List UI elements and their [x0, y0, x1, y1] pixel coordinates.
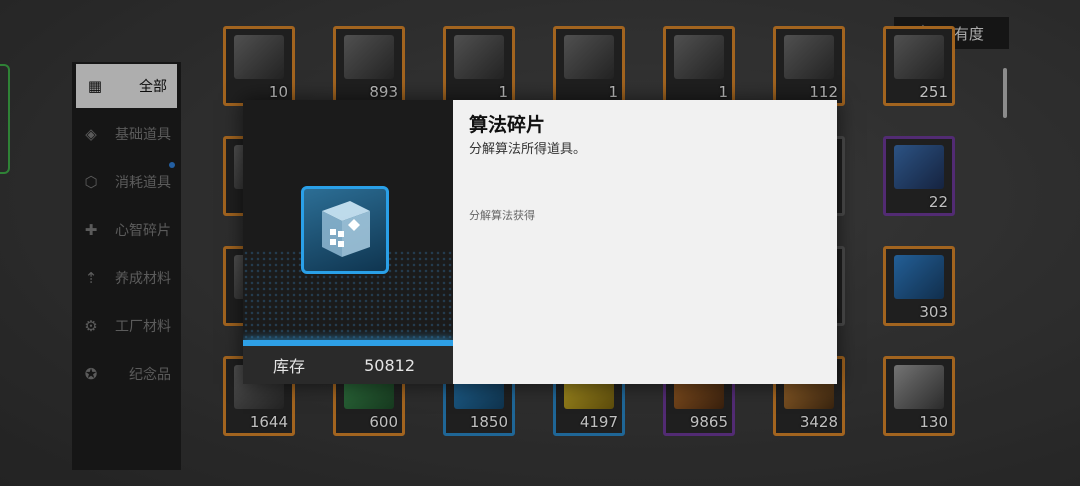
cube-icon: ⬡ [84, 173, 98, 191]
sidebar-item-consumable[interactable]: ⬡ 消耗道具 [72, 158, 181, 206]
sidebar-item-basic[interactable]: ◈ 基础道具 [72, 110, 181, 158]
item-tile[interactable]: 893 [333, 26, 405, 106]
item-count: 1 [498, 83, 508, 101]
sidebar-item-factory[interactable]: ⚙ 工厂材料 [72, 302, 181, 350]
item-tile[interactable]: 112 [773, 26, 845, 106]
medal-icon: ✪ [84, 365, 98, 383]
sidebar-item-all[interactable]: ▦ 全部 [76, 64, 177, 108]
item-count: 112 [809, 83, 838, 101]
item-info-panel: 算法碎片 分解算法所得道具。 分解算法获得 [453, 100, 837, 384]
item-count: 9865 [689, 413, 728, 431]
item-art [454, 35, 504, 79]
item-art [894, 35, 944, 79]
item-count: 4197 [579, 413, 618, 431]
sidebar-item-label: 工厂材料 [115, 319, 171, 335]
item-description: 分解算法所得道具。 [469, 142, 587, 157]
item-count: 1644 [249, 413, 288, 431]
layers-icon: ◈ [85, 125, 97, 143]
item-count: 1 [718, 83, 728, 101]
sidebar-item-mind-fragment[interactable]: ✚ 心智碎片 [72, 206, 181, 254]
item-tile[interactable]: 22 [883, 136, 955, 216]
item-art [894, 255, 944, 299]
sidebar-item-label: 心智碎片 [115, 223, 171, 239]
item-detail-popup[interactable]: 库存 50812 算法碎片 分解算法所得道具。 分解算法获得 [243, 100, 837, 384]
item-count: 130 [919, 413, 948, 431]
item-count: 893 [369, 83, 398, 101]
item-tile[interactable]: 1 [663, 26, 735, 106]
puzzle-icon: ✚ [84, 221, 98, 239]
stock-label: 库存 [273, 357, 306, 376]
algorithm-fragment-icon [301, 186, 389, 274]
item-count: 3428 [799, 413, 838, 431]
item-art [784, 35, 834, 79]
sidebar-item-label: 全部 [139, 79, 167, 95]
item-tile[interactable]: 10 [223, 26, 295, 106]
item-count: 1 [608, 83, 618, 101]
item-count: 600 [369, 413, 398, 431]
upgrade-icon: ⇡ [84, 269, 98, 287]
item-tile[interactable]: 1 [553, 26, 625, 106]
item-count: 1850 [469, 413, 508, 431]
item-source[interactable]: 分解算法获得 [469, 207, 535, 223]
item-count: 251 [919, 83, 948, 101]
item-tile[interactable]: 130 [883, 356, 955, 436]
sidebar-item-label: 基础道具 [115, 127, 171, 143]
item-art [894, 145, 944, 189]
sidebar-item-label: 纪念品 [129, 367, 171, 383]
sidebar-item-souvenir[interactable]: ✪ 纪念品 [72, 350, 181, 398]
item-title: 算法碎片 [469, 114, 546, 136]
item-art [894, 365, 944, 409]
stock-value: 50812 [364, 355, 415, 375]
scrollbar[interactable] [1003, 68, 1007, 118]
item-art [674, 35, 724, 79]
left-edge-tab[interactable] [0, 64, 10, 174]
item-tile[interactable]: 303 [883, 246, 955, 326]
item-tile[interactable]: 251 [883, 26, 955, 106]
item-art [564, 35, 614, 79]
sidebar-item-label: 消耗道具 [115, 175, 171, 191]
item-preview-panel: 库存 50812 [243, 100, 453, 384]
stock-bar: 库存 50812 [243, 346, 453, 384]
category-sidebar: ▦ 全部 ◈ 基础道具 ⬡ 消耗道具 ✚ 心智碎片 ⇡ 养成材料 ⚙ 工厂材料 … [72, 62, 181, 470]
sidebar-item-label: 养成材料 [115, 271, 171, 287]
factory-gear-icon: ⚙ [84, 317, 98, 335]
item-tile[interactable]: 1 [443, 26, 515, 106]
item-art [234, 35, 284, 79]
notification-dot [169, 162, 175, 168]
item-count: 10 [268, 83, 288, 101]
grid-icon: ▦ [87, 77, 103, 95]
item-count: 22 [928, 193, 948, 211]
item-count: 303 [919, 303, 948, 321]
item-art [344, 35, 394, 79]
sidebar-item-growth[interactable]: ⇡ 养成材料 [72, 254, 181, 302]
